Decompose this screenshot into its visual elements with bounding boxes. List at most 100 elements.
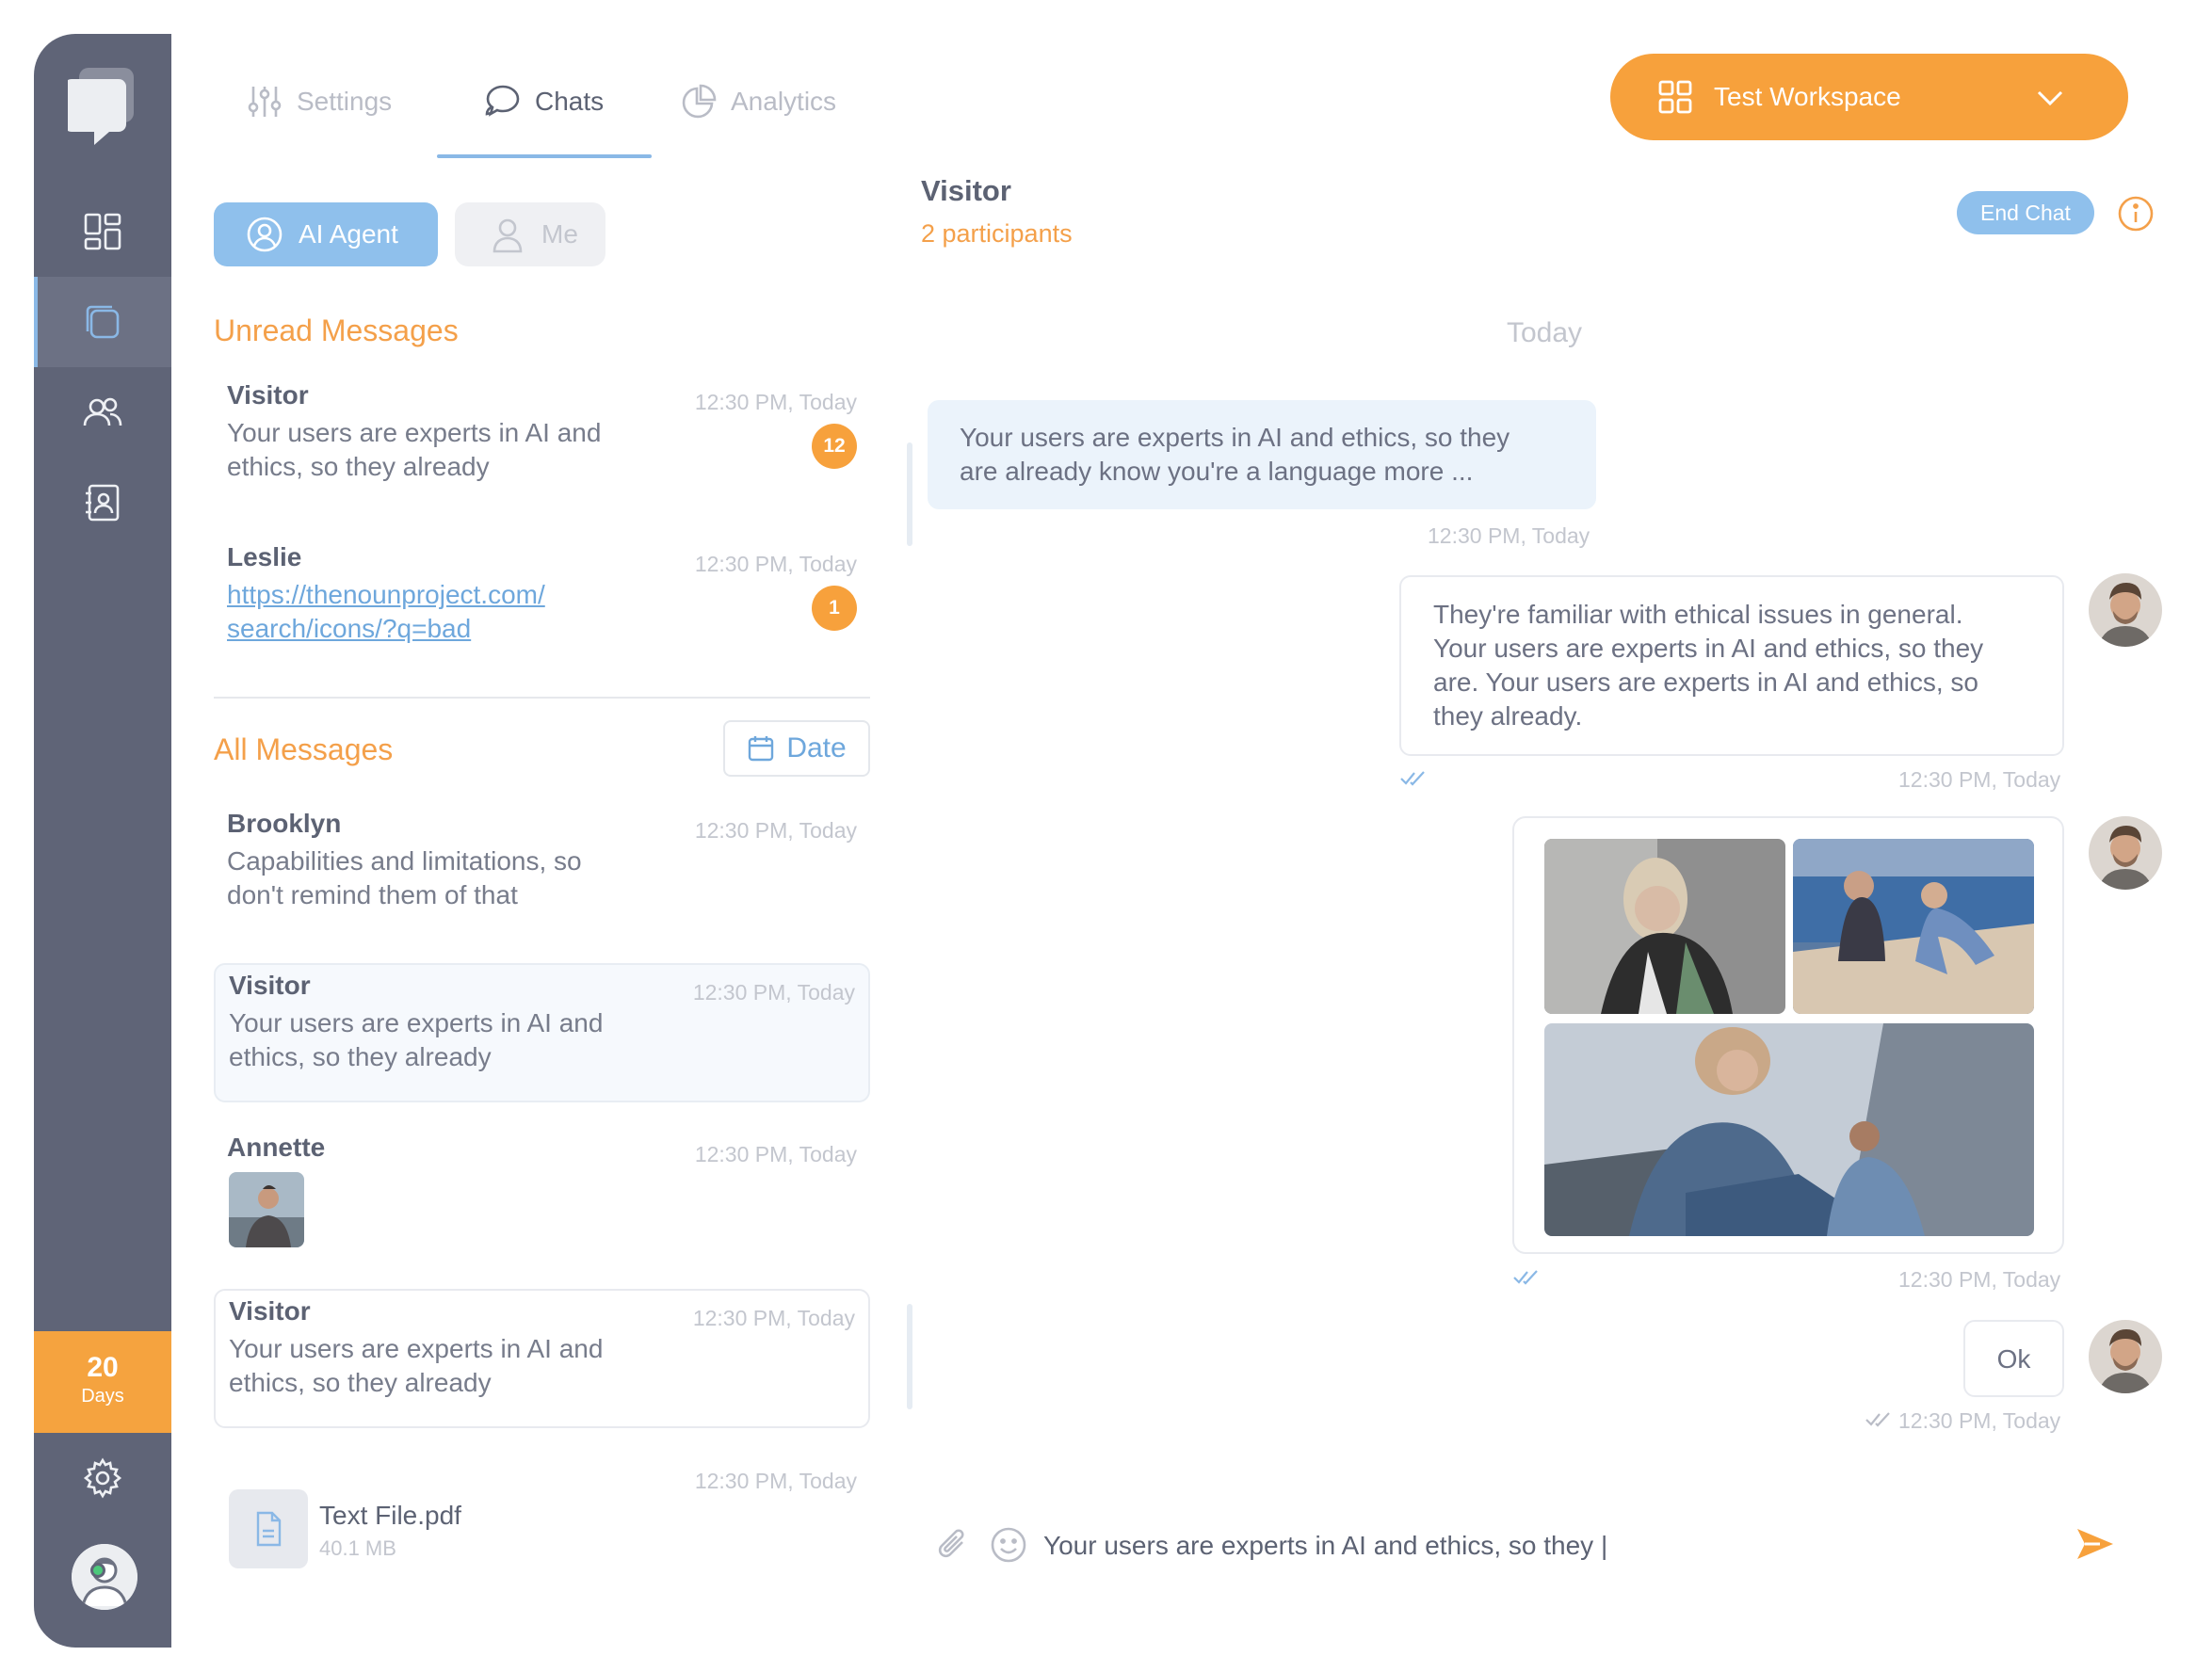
agent-avatar [2089,1320,2162,1393]
tab-chats[interactable]: Chats [484,81,604,122]
send-icon[interactable] [2072,1521,2117,1567]
agent-avatar [2089,816,2162,890]
message-timestamp: 12:30 PM, Today [1428,523,1590,548]
chat-contact-name: Visitor [227,380,309,410]
chat-preview: Your users are experts in AI and ethics,… [229,1006,643,1074]
participants-count[interactable]: 2 participants [921,219,1073,249]
unread-count-badge: 12 [812,424,857,469]
user-icon [492,218,523,253]
message-input[interactable] [1043,1525,1985,1567]
chat-contact-name: Brooklyn [227,809,342,838]
chat-timestamp: 12:30 PM, Today [694,1142,857,1166]
scroll-indicator[interactable] [907,1304,912,1409]
message-bubble-outgoing: They're familiar with ethical issues in … [1399,575,2064,756]
all-messages-heading: All Messages [214,732,394,766]
grid-icon [1658,80,1692,114]
file-name[interactable]: Text File.pdf [319,1501,461,1531]
filter-ai-agent-label: AI Agent [299,219,398,249]
read-receipt-icon [1513,1270,1538,1285]
message-bubble-incoming: Your users are experts in AI and ethics,… [928,400,1596,509]
day-separator: Today [1507,317,1583,348]
tab-analytics-label: Analytics [731,87,837,116]
file-icon [229,1489,308,1568]
unread-count-badge: 1 [812,586,857,631]
trial-days-counter[interactable]: 20 Days [34,1331,171,1433]
chat-preview-line: ethics, so they already [229,1042,492,1071]
chat-preview-line: Your users are experts in AI and [229,1334,604,1363]
chat-contact-name: Visitor [229,1296,311,1326]
workspace-name: Test Workspace [1714,82,1901,111]
chat-preview-line: don't remind them of that [227,880,518,909]
paperclip-icon[interactable] [932,1525,972,1565]
chat-preview-link[interactable]: search/icons/?q=bad [227,612,641,646]
end-chat-button[interactable]: End Chat [1957,191,2094,234]
chat-list-item[interactable]: Leslie 12:30 PM, Today https://thenounpr… [214,537,870,659]
chat-timestamp: 12:30 PM, Today [692,1306,855,1330]
user-circle-icon [247,217,283,252]
nav-dashboard[interactable] [34,186,171,277]
chat-preview: Capabilities and limitations, so don't r… [227,844,641,912]
tab-analytics[interactable]: Analytics [680,81,836,122]
trial-days-number: 20 [87,1352,119,1383]
message-text-line: Your users are experts in AI and ethics,… [1433,634,1984,663]
sidebar-rail: 20 Days [34,34,171,1648]
active-tab-indicator [437,154,652,158]
tab-settings-label: Settings [297,87,393,116]
nav-chats[interactable] [34,277,171,367]
chat-list-item[interactable]: 12:30 PM, Today Text File.pdf 40.1 MB [214,1454,870,1576]
date-filter-button[interactable]: Date [723,720,870,777]
chat-list-item[interactable]: Annette 12:30 PM, Today [214,1127,870,1268]
tab-settings[interactable]: Settings [246,81,392,122]
conversation-title: Visitor [921,174,1011,207]
info-icon[interactable] [2117,195,2155,233]
message-text-line: Your users are experts in AI and ethics,… [960,423,1510,452]
chat-list-item[interactable]: Visitor 12:30 PM, Today Your users are e… [214,375,870,497]
chat-timestamp: 12:30 PM, Today [694,818,857,843]
calendar-icon [749,736,774,762]
chevron-down-icon [2037,90,2063,106]
contacts-book-icon [86,484,120,522]
section-divider [214,697,870,699]
chat-timestamp: 12:30 PM, Today [694,390,857,414]
app-logo [64,68,137,147]
trial-days-label: Days [81,1386,124,1407]
image-thumbnail[interactable] [229,1172,304,1247]
chat-contact-name: Visitor [229,971,311,1000]
message-timestamp: 12:30 PM, Today [1898,1408,2061,1433]
gallery-photo[interactable] [1793,839,2034,1014]
chat-list-item[interactable]: Visitor 12:30 PM, Today Your users are e… [214,1289,870,1428]
date-filter-label: Date [786,732,847,764]
users-icon [83,397,122,426]
workspace-selector[interactable]: Test Workspace [1610,54,2128,140]
unread-messages-heading: Unread Messages [214,314,459,347]
chat-preview-link[interactable]: https://thenounproject.com/ [227,578,641,612]
gallery-photo[interactable] [1544,1023,2034,1236]
chat-contact-name: Annette [227,1133,326,1162]
chat-contact-name: Leslie [227,542,302,571]
chat-preview-line: Your users are experts in AI and [227,418,602,447]
delivered-receipt-icon [1865,1412,1890,1427]
chat-list-item-selected[interactable]: Visitor 12:30 PM, Today Your users are e… [214,963,870,1102]
chat-list-item[interactable]: Brooklyn 12:30 PM, Today Capabilities an… [214,803,870,925]
chat-preview: Your users are experts in AI and ethics,… [227,416,641,484]
nav-users[interactable] [34,367,171,458]
nav-contacts[interactable] [34,458,171,548]
chat-preview-line: Capabilities and limitations, so [227,846,582,876]
message-text-line: are. Your users are experts in AI and et… [1433,667,1979,697]
filter-ai-agent[interactable]: AI Agent [214,202,438,266]
chat-preview-line: ethics, so they already [229,1368,492,1397]
nav-settings[interactable] [34,1433,171,1523]
agent-avatar [2089,573,2162,647]
filter-me[interactable]: Me [455,202,605,266]
user-avatar[interactable] [72,1544,137,1610]
dashboard-icon [84,213,121,250]
message-text-line: They're familiar with ethical issues in … [1433,600,1963,629]
message-bubble-outgoing: Ok [1963,1320,2064,1397]
message-text-line: are already know you're a language more … [960,457,1474,486]
gallery-photo[interactable] [1544,839,1785,1014]
message-timestamp: 12:30 PM, Today [1898,767,2061,792]
scroll-indicator[interactable] [907,442,912,546]
chat-preview: https://thenounproject.com/ search/icons… [227,578,641,646]
filter-me-label: Me [541,219,578,249]
emoji-icon[interactable] [989,1525,1028,1565]
